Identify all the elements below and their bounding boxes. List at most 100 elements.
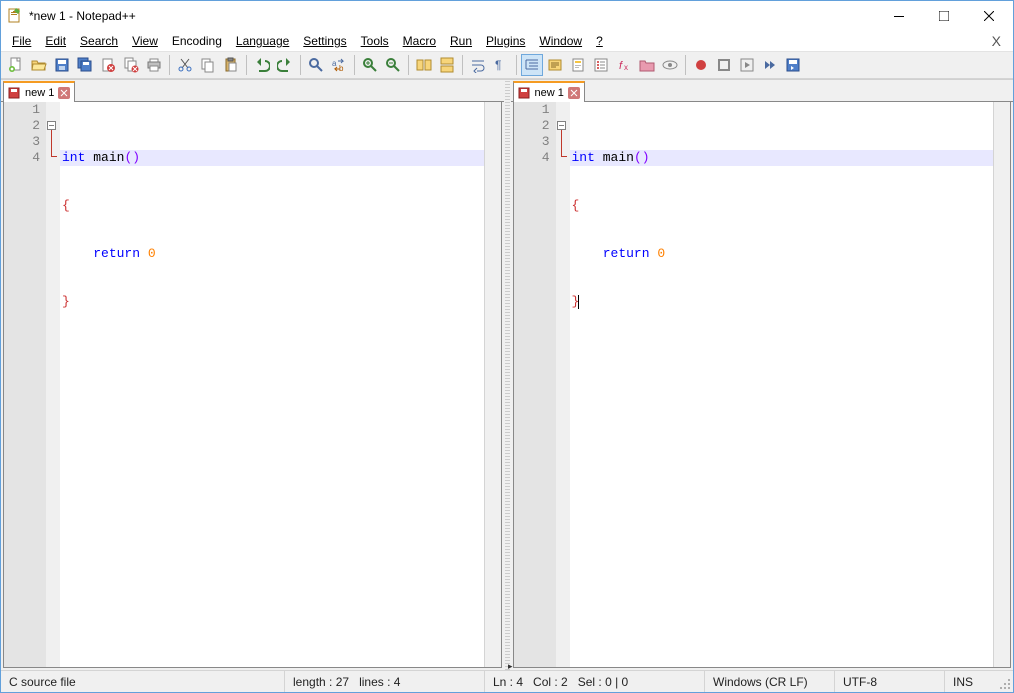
code-area[interactable]: int main() { return 0 } [60,102,484,667]
menu-bar: File Edit Search View Encoding Language … [1,31,1013,51]
cut-button[interactable] [174,54,196,76]
tab-new-1-left[interactable]: new 1 [3,81,75,102]
pane-splitter[interactable]: ▸ [504,80,511,670]
menu-help-label: ? [596,34,603,48]
sync-horizontal-button[interactable] [436,54,458,76]
sync-vertical-button[interactable] [413,54,435,76]
menu-edit[interactable]: Edit [38,32,73,50]
menu-settings-label: Settings [303,34,346,48]
maximize-button[interactable] [921,2,966,31]
macro-stop-button[interactable] [713,54,735,76]
find-button[interactable] [305,54,327,76]
indent-guide-button[interactable] [521,54,543,76]
toolbar-separator [246,55,247,75]
new-file-button[interactable] [5,54,27,76]
save-button[interactable] [51,54,73,76]
code-identifier: main [603,150,634,165]
code-brace: { [572,198,580,213]
menu-encoding[interactable]: Encoding [165,32,229,50]
vertical-scrollbar[interactable] [993,102,1010,667]
copy-button[interactable] [197,54,219,76]
menu-file-label: File [12,34,31,48]
line-number: 2 [4,118,40,134]
left-editor[interactable]: 1 2 3 4 int main() { return 0 } [3,102,502,668]
show-all-chars-button[interactable]: ¶ [490,54,512,76]
menu-search-label: Search [80,34,118,48]
macro-save-button[interactable] [782,54,804,76]
code-number: 0 [148,246,156,261]
menu-settings[interactable]: Settings [296,32,353,50]
status-eol[interactable]: Windows (CR LF) [705,671,835,692]
menu-language[interactable]: Language [229,32,296,50]
menu-run[interactable]: Run [443,32,479,50]
vertical-scrollbar[interactable] [484,102,501,667]
save-all-button[interactable] [74,54,96,76]
text-caret [578,295,579,309]
status-insert-mode[interactable]: INS [945,671,995,692]
code-area[interactable]: int main() { return 0 } [570,102,994,667]
open-file-button[interactable] [28,54,50,76]
status-mode-label: INS [953,675,973,689]
user-lang-button[interactable] [544,54,566,76]
menu-search[interactable]: Search [73,32,125,50]
right-pane: new 1 1 2 3 4 int main() { return 0 [511,80,1014,670]
left-pane: new 1 1 2 3 4 int main() { return 0 [1,80,504,670]
menu-file[interactable]: File [5,32,38,50]
status-sel-label: Sel : 0 | 0 [578,675,628,689]
word-wrap-button[interactable] [467,54,489,76]
menu-macro-label: Macro [403,34,436,48]
menu-macro[interactable]: Macro [396,32,443,50]
left-tab-bar: new 1 [1,80,504,102]
line-number: 1 [4,102,40,118]
resize-grip-icon[interactable] [995,674,1011,690]
macro-play-multi-button[interactable] [759,54,781,76]
menu-tools[interactable]: Tools [354,32,396,50]
status-ln-label: Ln : 4 [493,675,523,689]
tab-close-button[interactable] [58,87,70,99]
editor-area: new 1 1 2 3 4 int main() { return 0 [1,79,1013,670]
zoom-in-button[interactable] [359,54,381,76]
title-bar: *new 1 - Notepad++ [1,1,1013,31]
undo-button[interactable] [251,54,273,76]
folder-workspace-button[interactable] [636,54,658,76]
unsaved-file-icon [7,86,21,100]
fold-column[interactable] [46,102,60,667]
fold-column[interactable] [556,102,570,667]
print-button[interactable] [143,54,165,76]
menu-plugins[interactable]: Plugins [479,32,532,50]
right-editor[interactable]: 1 2 3 4 int main() { return 0 } [513,102,1012,668]
status-filetype: C source file [1,671,285,692]
paste-button[interactable] [220,54,242,76]
status-position: Ln : 4 Col : 2 Sel : 0 | 0 [485,671,705,692]
minimize-button[interactable] [876,2,921,31]
menu-window[interactable]: Window [532,32,589,50]
toolbar-separator [354,55,355,75]
menu-encoding-label: Encoding [172,34,222,48]
redo-button[interactable] [274,54,296,76]
doc-map-button[interactable] [567,54,589,76]
window-controls [876,2,1011,31]
macro-play-button[interactable] [736,54,758,76]
menu-plugins-label: Plugins [486,34,525,48]
doc-list-button[interactable] [590,54,612,76]
status-eol-label: Windows (CR LF) [713,675,808,689]
close-all-button[interactable] [120,54,142,76]
menu-help[interactable]: ? [589,32,610,50]
fold-toggle-icon[interactable] [557,121,566,130]
zoom-out-button[interactable] [382,54,404,76]
menu-view[interactable]: View [125,32,165,50]
right-tab-bar: new 1 [511,80,1014,102]
toolbar-separator [685,55,686,75]
function-list-button[interactable]: fx [613,54,635,76]
replace-button[interactable]: ab [328,54,350,76]
close-document-button[interactable]: X [984,31,1009,51]
toolbar-separator [300,55,301,75]
status-encoding[interactable]: UTF-8 [835,671,945,692]
macro-record-button[interactable] [690,54,712,76]
tab-close-button[interactable] [568,87,580,99]
close-file-button[interactable] [97,54,119,76]
tab-new-1-right[interactable]: new 1 [513,81,585,102]
fold-toggle-icon[interactable] [47,121,56,130]
close-window-button[interactable] [966,2,1011,31]
monitoring-button[interactable] [659,54,681,76]
